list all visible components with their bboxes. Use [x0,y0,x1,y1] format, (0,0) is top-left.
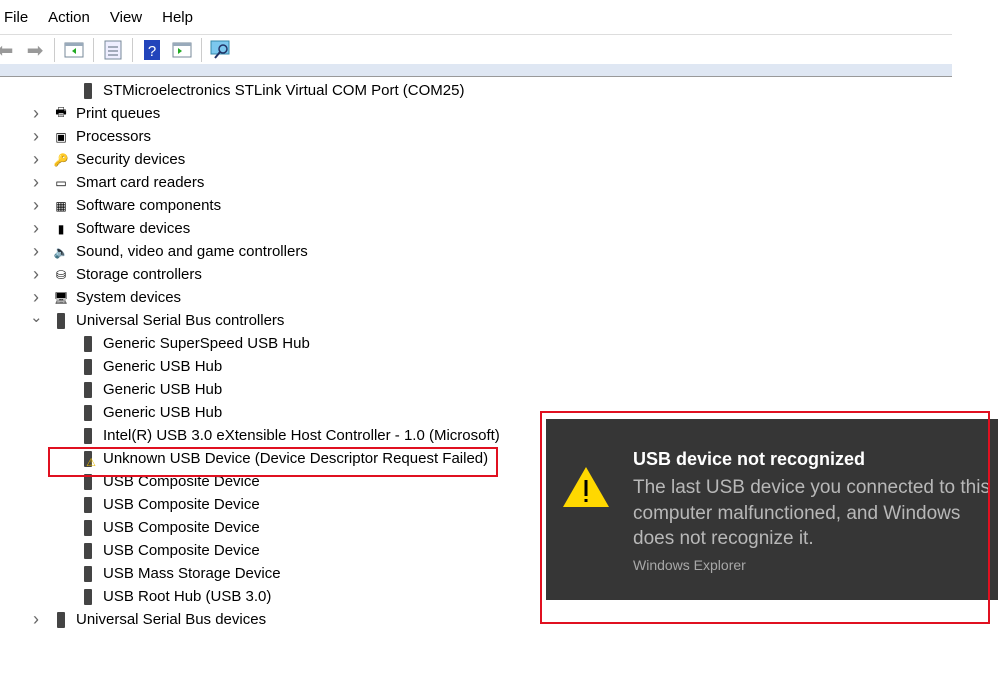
menu-action[interactable]: Action [44,9,102,26]
toolbar-separator [54,38,55,62]
tree-item[interactable]: › ⛁ Storage controllers [33,263,202,286]
usb-connector-icon [79,496,97,514]
menu-help[interactable]: Help [158,9,205,26]
tree-item-label: Universal Serial Bus controllers [76,312,285,329]
tree-item[interactable]: Intel(R) USB 3.0 eXtensible Host Control… [79,424,500,447]
speaker-icon: 🔈 [53,244,69,259]
printer-icon: 🖶 [55,105,67,119]
usb-connector-icon [79,381,97,399]
usb-connector-icon [79,565,97,583]
tree-item[interactable]: USB Composite Device [79,493,260,516]
tree-item[interactable]: ⌄ Universal Serial Bus controllers [30,309,285,332]
tree-item-label: Software components [76,197,222,214]
key-icon: 🔑 [53,152,69,167]
tree-item[interactable]: Generic USB Hub [79,378,222,401]
usb-connector-icon [79,404,97,422]
tree-item-label: Universal Serial Bus devices [76,611,267,628]
tree-item[interactable]: USB Root Hub (USB 3.0) [79,585,271,608]
tree-item-label: USB Composite Device [103,519,260,536]
tree-item[interactable]: Generic USB Hub [79,355,222,378]
component-icon: ▦ [55,198,67,213]
tree-item[interactable]: › Universal Serial Bus devices [33,608,267,631]
forward-arrow-icon[interactable]: ➡ [24,39,46,62]
menu-view[interactable]: View [106,9,154,26]
tree-item[interactable]: › 🔈 Sound, video and game controllers [33,240,308,263]
tree-item-label: Intel(R) USB 3.0 eXtensible Host Control… [103,427,500,444]
show-hide-console-tree-icon[interactable] [63,39,85,61]
storage-icon: ⛁ [55,267,67,282]
usb-connector-icon [79,358,97,376]
usb-connector-icon [79,588,97,606]
tree-item-label: Sound, video and game controllers [76,243,308,260]
tree-item-label: USB Root Hub (USB 3.0) [103,588,272,605]
tree-item-label: Processors [76,128,152,145]
tree-item[interactable]: USB Mass Storage Device [79,562,281,585]
usb-connector-icon [52,611,70,629]
tree-item[interactable]: USB Composite Device [79,516,260,539]
show-action-pane-icon[interactable] [171,39,193,61]
tree-item[interactable]: › 🔑 Security devices [33,148,186,171]
usb-connector-icon [52,312,70,330]
scan-hardware-changes-icon[interactable] [210,39,232,61]
expand-chevron-icon[interactable]: › [30,172,42,193]
header-band [0,64,952,77]
usb-connector-icon [79,542,97,560]
tree-item-label: Generic USB Hub [103,381,223,398]
tree-item-label: System devices [76,289,182,306]
monitor-icon: 🖥 [53,290,69,305]
tree-item-label: USB Mass Storage Device [103,565,281,582]
tree-item[interactable]: Generic SuperSpeed USB Hub [79,332,310,355]
usb-connector-icon [79,427,97,445]
toolbar-separator [93,38,94,62]
tree-item-label: Security devices [76,151,186,168]
usb-connector-icon [79,335,97,353]
menu-file[interactable]: File [0,9,40,26]
back-arrow-icon[interactable]: ⬅ [0,39,16,62]
usb-connector-icon [79,519,97,537]
highlight-box [48,447,498,477]
tree-item[interactable]: › ▭ Smart card readers [33,171,205,194]
collapse-chevron-icon[interactable]: ⌄ [30,308,43,326]
tree-item[interactable]: Generic USB Hub [79,401,222,424]
tree-item[interactable]: › ▣ Processors [33,125,152,148]
tree-item[interactable]: USB Composite Device [79,539,260,562]
tree-item-label: Generic USB Hub [103,358,223,375]
expand-chevron-icon[interactable]: › [30,149,42,170]
tree-item[interactable]: › ▮ Software devices [33,217,191,240]
toolbar-separator [132,38,133,62]
menu-bar: File Action View Help [0,0,952,34]
toolbar-separator [201,38,202,62]
tree-item-label: Generic USB Hub [103,404,223,421]
expand-chevron-icon[interactable]: › [30,103,42,124]
expand-chevron-icon[interactable]: › [30,195,42,216]
tree-item[interactable]: › 🖶 Print queues [33,102,161,125]
help-icon[interactable]: ? [141,39,163,61]
tree-item-label: Print queues [76,105,161,122]
smart-card-icon: ▭ [55,175,67,190]
tree-item-label: STMicroelectronics STLink Virtual COM Po… [103,82,465,99]
usb-connector-icon [79,82,97,100]
processor-icon: ▣ [55,129,67,144]
tree-item-label: Smart card readers [76,174,205,191]
expand-chevron-icon[interactable]: › [30,126,42,147]
expand-chevron-icon[interactable]: › [30,218,42,239]
tree-item-label: USB Composite Device [103,542,260,559]
svg-text:?: ? [148,43,156,60]
tree-item-label: USB Composite Device [103,496,260,513]
highlight-box [540,411,990,624]
toolbar: ⬅ ➡ ? [0,34,952,65]
expand-chevron-icon[interactable]: › [30,264,42,285]
expand-chevron-icon[interactable]: › [30,241,42,262]
expand-chevron-icon[interactable]: › [30,609,42,630]
tree-item[interactable]: › 🖥 System devices [33,286,182,309]
properties-icon[interactable] [102,39,124,61]
tree-item-label: Storage controllers [76,266,202,283]
tree-item-label: Software devices [76,220,191,237]
tree-item[interactable]: STMicroelectronics STLink Virtual COM Po… [79,79,464,102]
tree-item[interactable]: › ▦ Software components [33,194,222,217]
expand-chevron-icon[interactable]: › [30,287,42,308]
device-icon: ▮ [57,221,65,236]
tree-item-label: Generic SuperSpeed USB Hub [103,335,310,352]
